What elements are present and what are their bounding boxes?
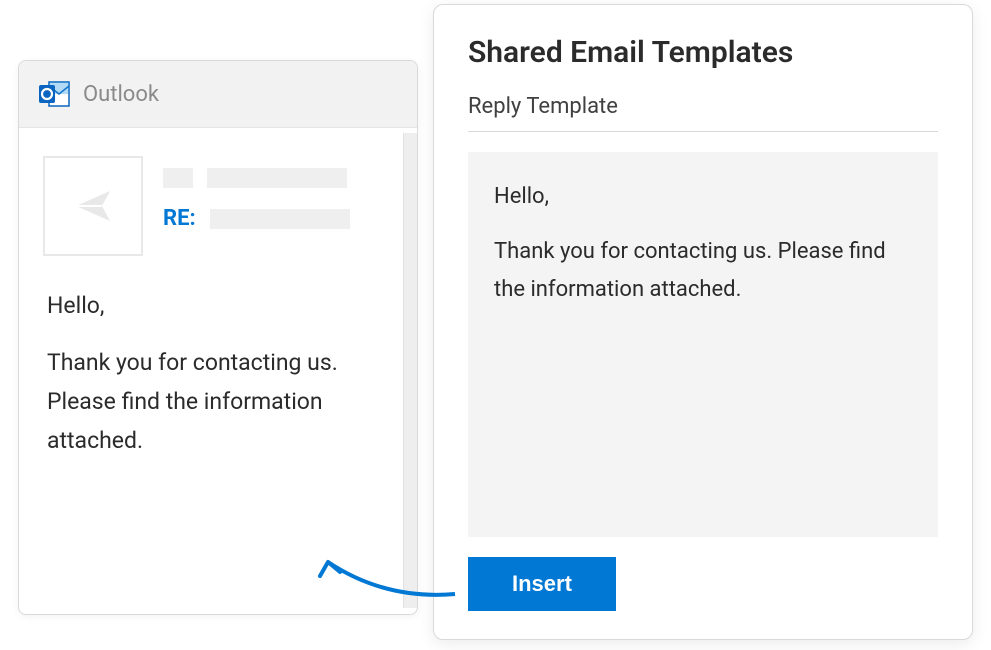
to-field-row <box>163 168 393 188</box>
template-name[interactable]: Reply Template <box>468 94 938 132</box>
subject-field-row: RE: <box>163 206 393 231</box>
template-greeting: Hello, <box>494 178 912 215</box>
outlook-icon <box>39 79 71 109</box>
field-label-placeholder <box>163 168 193 188</box>
subject-value-placeholder[interactable] <box>210 209 350 229</box>
outlook-window: Outlook RE: Hello, Thank you for cont <box>18 60 418 615</box>
reply-prefix: RE: <box>163 206 196 231</box>
email-greeting: Hello, <box>47 286 389 325</box>
send-icon <box>72 185 114 227</box>
insert-button[interactable]: Insert <box>468 557 616 611</box>
email-fields: RE: <box>163 156 393 256</box>
outlook-app-name: Outlook <box>83 82 159 107</box>
template-text: Thank you for contacting us. Please find… <box>494 233 912 308</box>
scrollbar[interactable] <box>403 133 417 608</box>
send-button[interactable] <box>43 156 143 256</box>
panel-title: Shared Email Templates <box>468 35 938 70</box>
email-text: Thank you for contacting us. Please find… <box>47 343 389 460</box>
field-value-placeholder[interactable] <box>207 168 347 188</box>
templates-panel: Shared Email Templates Reply Template He… <box>433 4 973 640</box>
email-body[interactable]: Hello, Thank you for contacting us. Plea… <box>19 266 417 506</box>
outlook-titlebar: Outlook <box>19 61 417 128</box>
template-body[interactable]: Hello, Thank you for contacting us. Plea… <box>468 152 938 537</box>
email-compose-header: RE: <box>19 128 417 266</box>
